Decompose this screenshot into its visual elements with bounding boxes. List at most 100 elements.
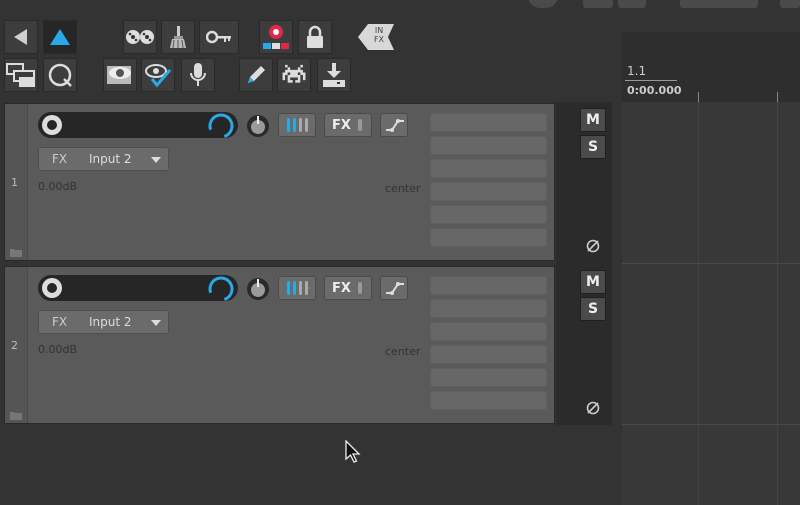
fx-slot[interactable]	[430, 391, 547, 410]
top-partial-button[interactable]	[780, 0, 800, 8]
fx-slot[interactable]	[430, 299, 547, 318]
broom-icon	[170, 26, 186, 49]
eye-check-button[interactable]	[141, 58, 175, 92]
volume-knob[interactable]	[208, 276, 234, 302]
folder-icon	[10, 249, 22, 257]
chevron-down-icon	[151, 157, 161, 163]
track-name-field[interactable]	[38, 112, 238, 139]
in-fx-button[interactable]: IN FX	[355, 20, 397, 54]
back-arrow-icon	[14, 29, 27, 45]
ruler-line	[625, 80, 677, 81]
eye-monitor-icon	[107, 66, 131, 84]
fx-toggle[interactable]	[358, 119, 362, 131]
track-number: 1	[11, 176, 18, 189]
fx-label: FX	[373, 35, 385, 44]
input-label: Input 2	[89, 315, 132, 329]
input-label: Input 2	[89, 152, 132, 166]
fx-slot[interactable]	[430, 322, 547, 341]
fx-slot[interactable]	[430, 205, 547, 224]
fx-slot[interactable]	[430, 228, 547, 247]
record-arm-button[interactable]	[259, 20, 293, 54]
lock-button[interactable]	[298, 20, 332, 54]
top-partial-button[interactable]	[680, 0, 758, 8]
input-selector[interactable]: FX Input 2	[38, 147, 169, 171]
timeline-ruler[interactable]: 1.1 0:00.000	[622, 32, 800, 102]
up-arrow-icon	[50, 29, 70, 45]
top-partial-button[interactable]	[583, 0, 613, 8]
fx-button[interactable]: FX	[324, 276, 372, 300]
fx-slot[interactable]	[430, 159, 547, 178]
tape-button[interactable]	[123, 20, 157, 54]
download-icon	[323, 63, 345, 87]
envelope-icon	[386, 119, 404, 132]
track-number-column: 1	[5, 104, 28, 260]
volume-readout: 0.00dB	[38, 180, 78, 193]
up-button[interactable]	[43, 20, 77, 54]
fx-toggle[interactable]	[358, 282, 362, 294]
envelope-button[interactable]	[380, 113, 408, 137]
solo-button[interactable]: S	[580, 297, 606, 321]
envelope-button[interactable]	[380, 276, 408, 300]
track-number: 2	[11, 339, 18, 352]
record-arm-toggle[interactable]	[42, 278, 62, 298]
track-panel[interactable]: 2 FX FX Input 2 0.00dB center	[4, 266, 555, 424]
meter-button[interactable]	[278, 113, 316, 137]
fx-button-label: FX	[332, 118, 351, 133]
mute-button[interactable]: M	[580, 270, 606, 294]
top-partial-button[interactable]	[618, 0, 646, 8]
record-arm-icon	[263, 25, 289, 49]
track-number-column: 2	[5, 267, 28, 423]
meter-bars-icon	[287, 118, 308, 132]
key-icon	[206, 30, 231, 44]
mute-button[interactable]: M	[580, 108, 606, 132]
in-label: IN	[374, 26, 384, 35]
chevron-down-icon	[151, 320, 161, 326]
download-button[interactable]	[317, 58, 351, 92]
fx-slot[interactable]	[430, 368, 547, 387]
input-fx-label: FX	[52, 152, 68, 166]
pencil-button[interactable]	[239, 58, 273, 92]
track-name-field[interactable]	[38, 275, 238, 302]
track-divider	[622, 424, 800, 425]
bar-label: 1.1	[627, 64, 647, 78]
clean-button[interactable]	[161, 20, 195, 54]
microphone-icon	[190, 63, 206, 86]
input-selector[interactable]: FX Input 2	[38, 310, 169, 334]
fx-slot[interactable]	[430, 182, 547, 201]
fx-slot[interactable]	[430, 345, 547, 364]
ruler-tick	[777, 92, 778, 102]
tape-reels-icon	[126, 30, 154, 44]
invader-button[interactable]	[277, 58, 311, 92]
phase-invert-icon[interactable]	[586, 401, 600, 415]
volume-knob[interactable]	[208, 113, 234, 139]
pan-knob[interactable]	[245, 276, 271, 302]
track-panel[interactable]: 1 FX FX Input 2 0.00dB center	[4, 103, 555, 261]
record-arm-toggle[interactable]	[42, 115, 62, 135]
solo-button[interactable]: S	[580, 135, 606, 159]
phase-invert-icon[interactable]	[586, 239, 600, 253]
loop-button[interactable]	[43, 58, 77, 92]
lock-icon	[307, 25, 323, 48]
fx-button[interactable]: FX	[324, 113, 372, 137]
key-button[interactable]	[199, 20, 239, 54]
back-button[interactable]	[4, 20, 38, 54]
grid-line	[698, 102, 699, 505]
arrange-area[interactable]	[622, 102, 800, 505]
fx-slot[interactable]	[430, 136, 547, 155]
fx-slot[interactable]	[430, 113, 547, 132]
space-invader-icon	[282, 64, 306, 83]
loop-icon	[48, 63, 72, 87]
fx-slot[interactable]	[430, 276, 547, 295]
folder-stack-button[interactable]	[4, 58, 38, 92]
microphone-button[interactable]	[181, 58, 215, 92]
envelope-icon	[386, 282, 404, 295]
time-label: 0:00.000	[627, 84, 682, 97]
grid-line	[777, 102, 778, 505]
in-fx-label: IN FX	[371, 26, 387, 44]
monitor-button[interactable]	[103, 58, 137, 92]
meter-button[interactable]	[278, 276, 316, 300]
pan-knob[interactable]	[245, 113, 271, 139]
volume-readout: 0.00dB	[38, 343, 78, 356]
pencil-icon	[248, 66, 265, 83]
top-partial-button[interactable]	[528, 0, 558, 8]
